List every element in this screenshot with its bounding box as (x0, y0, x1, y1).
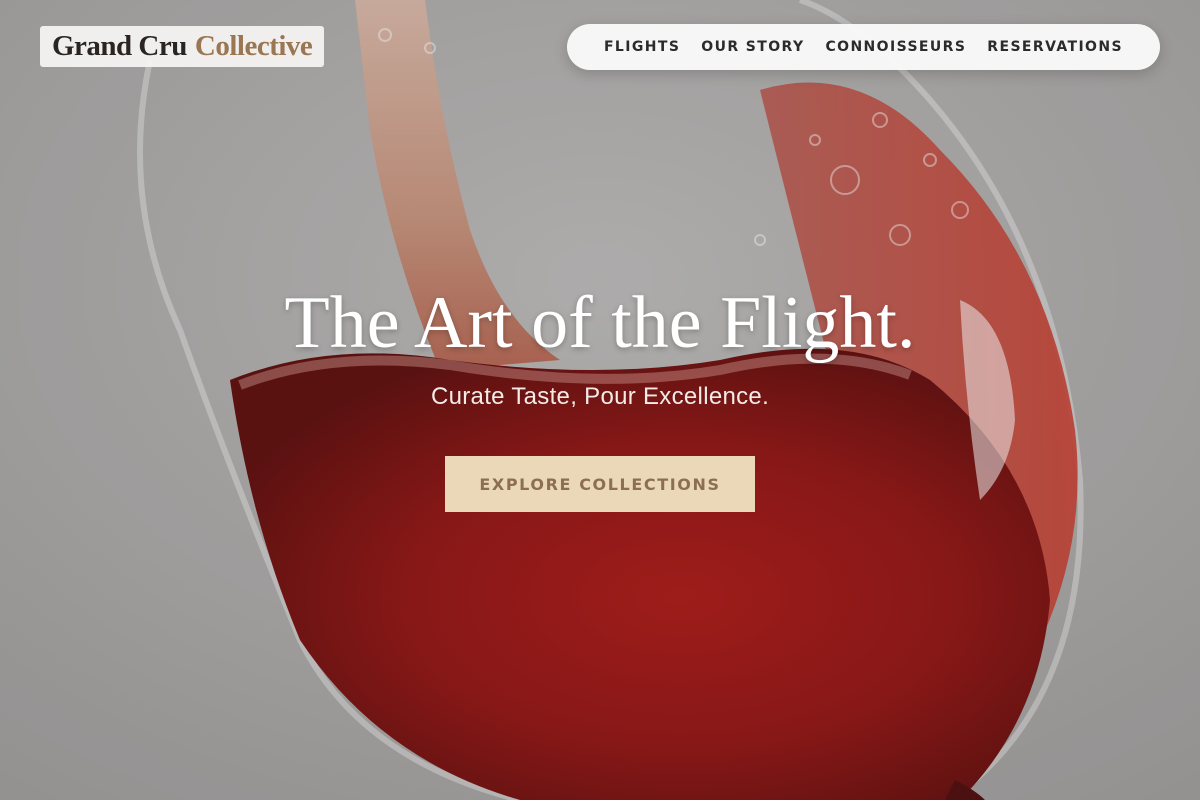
brand-name-part2: Collective (194, 30, 313, 62)
nav-item-reservations[interactable]: RESERVATIONS (987, 39, 1123, 55)
main-nav: FLIGHTS OUR STORY CONNOISSEURS RESERVATI… (567, 24, 1160, 70)
brand-logo[interactable]: Grand Cru Collective (40, 26, 325, 67)
hero-subtitle: Curate Taste, Pour Excellence. (430, 383, 770, 410)
hero-title: The Art of the Flight. (284, 282, 916, 364)
nav-item-our-story[interactable]: OUR STORY (701, 39, 804, 55)
nav-item-flights[interactable]: FLIGHTS (604, 39, 680, 55)
nav-item-connoisseurs[interactable]: CONNOISSEURS (825, 39, 966, 55)
brand-name-part1: Grand Cru (52, 30, 187, 62)
explore-collections-button[interactable]: EXPLORE COLLECTIONS (445, 456, 755, 512)
